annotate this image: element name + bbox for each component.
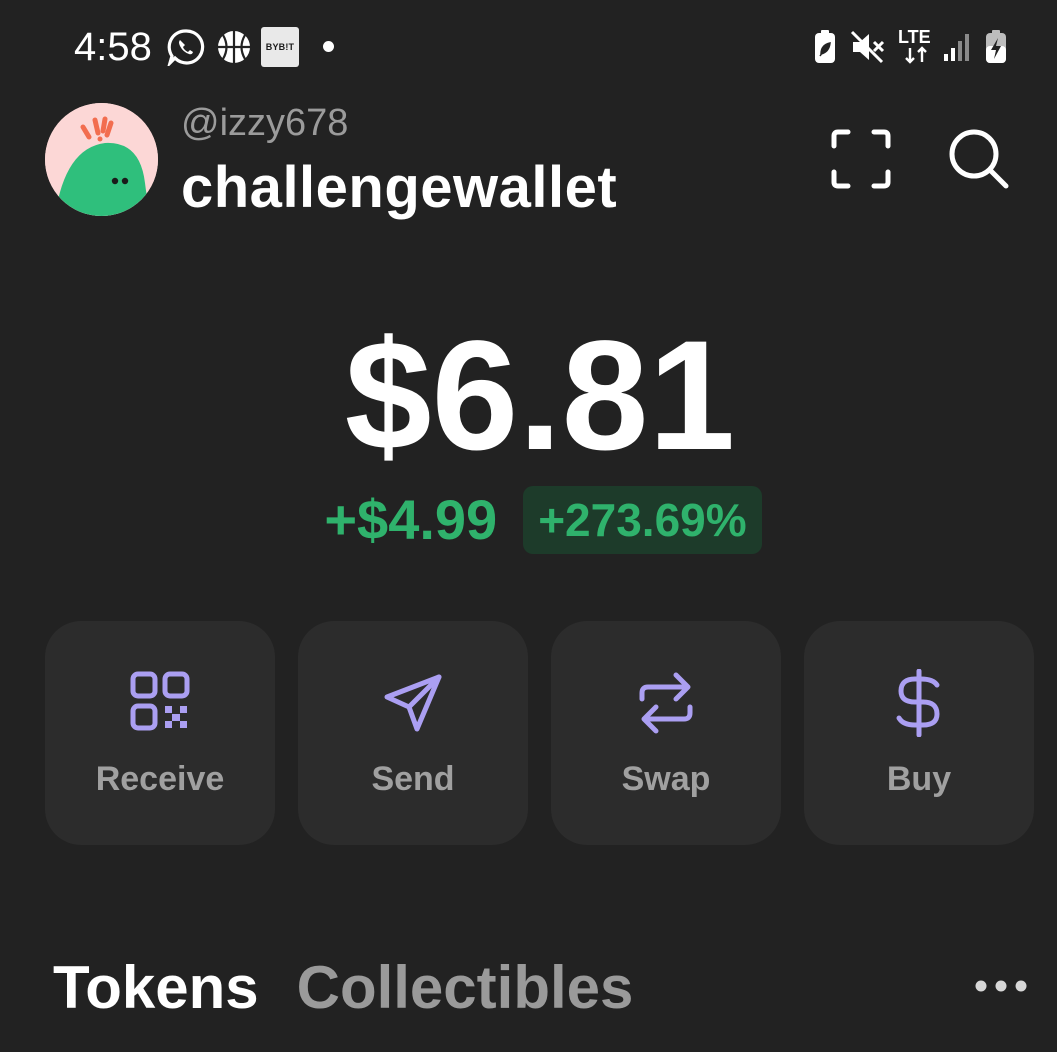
send-button[interactable]: Send xyxy=(298,621,528,845)
whatsapp-icon xyxy=(167,29,205,66)
status-time: 4:58 xyxy=(74,25,152,69)
search-icon[interactable] xyxy=(946,126,1012,192)
receive-button[interactable]: Receive xyxy=(45,621,275,845)
account-handle[interactable]: @izzy678 xyxy=(181,100,348,146)
lte-label: LTE xyxy=(898,27,931,47)
data-arrows-icon xyxy=(905,46,927,64)
change-percent-badge: +273.69% xyxy=(523,486,762,554)
battery-saver-icon xyxy=(815,30,835,63)
mute-icon xyxy=(850,30,885,64)
more-horizontal-icon[interactable] xyxy=(972,975,1030,997)
swap-icon xyxy=(639,672,693,734)
notification-dot-icon xyxy=(323,41,334,52)
tab-tokens[interactable]: Tokens xyxy=(53,952,259,1024)
send-label: Send xyxy=(371,760,455,798)
balance-change: +$4.99 +273.69% xyxy=(0,486,1057,554)
change-amount: +$4.99 xyxy=(324,488,498,551)
signal-icon xyxy=(944,34,969,61)
swap-label: Swap xyxy=(621,760,711,798)
avatar-illustration-icon xyxy=(45,103,158,216)
basketball-icon xyxy=(218,31,250,63)
asset-tabs: Tokens Collectibles xyxy=(53,952,633,1024)
total-balance: $6.81 xyxy=(344,309,736,483)
buy-label: Buy xyxy=(886,760,952,798)
qr-code-icon xyxy=(130,671,190,731)
bybit-icon: BYB!T xyxy=(261,27,299,67)
tab-collectibles[interactable]: Collectibles xyxy=(297,952,634,1024)
buy-button[interactable]: Buy xyxy=(804,621,1034,845)
dollar-icon xyxy=(896,669,940,737)
scan-icon[interactable] xyxy=(828,126,894,192)
avatar[interactable] xyxy=(45,103,158,216)
action-buttons: Receive Send Swap Buy xyxy=(45,621,1034,845)
status-bar: 4:58 BYB!T LTE xyxy=(0,0,1057,94)
receive-label: Receive xyxy=(95,760,225,798)
swap-button[interactable]: Swap xyxy=(551,621,781,845)
wallet-name[interactable]: challengewallet xyxy=(181,155,617,221)
battery-charging-icon xyxy=(986,30,1006,63)
send-icon xyxy=(384,674,442,732)
